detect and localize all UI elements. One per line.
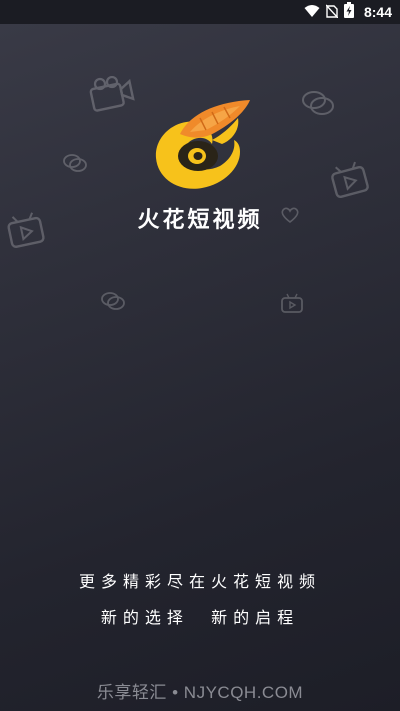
wifi-icon <box>304 3 320 22</box>
chat-deco-icon-lower <box>101 292 125 310</box>
status-bar: 8:44 <box>0 0 400 24</box>
camera-deco-icon <box>89 76 135 112</box>
no-sim-icon <box>325 3 339 22</box>
status-icons: 8:44 <box>304 0 392 24</box>
slogan-line-1: 更多精彩尽在火花短视频 <box>78 572 321 591</box>
status-time: 8:44 <box>363 4 392 20</box>
watermark-text: 乐享轻汇 • NJYCQH.COM <box>96 683 304 702</box>
chat-deco-icon <box>302 91 334 115</box>
tv-deco-icon-small <box>281 293 303 313</box>
slogan-line-2: 新的选择 新的启程 <box>100 608 300 627</box>
battery-charging-icon <box>343 2 354 22</box>
app-logo-icon <box>155 100 250 189</box>
app-name: 火花短视频 <box>137 207 263 233</box>
tv-deco-icon <box>331 161 369 199</box>
chat-deco-icon-small <box>63 154 87 172</box>
